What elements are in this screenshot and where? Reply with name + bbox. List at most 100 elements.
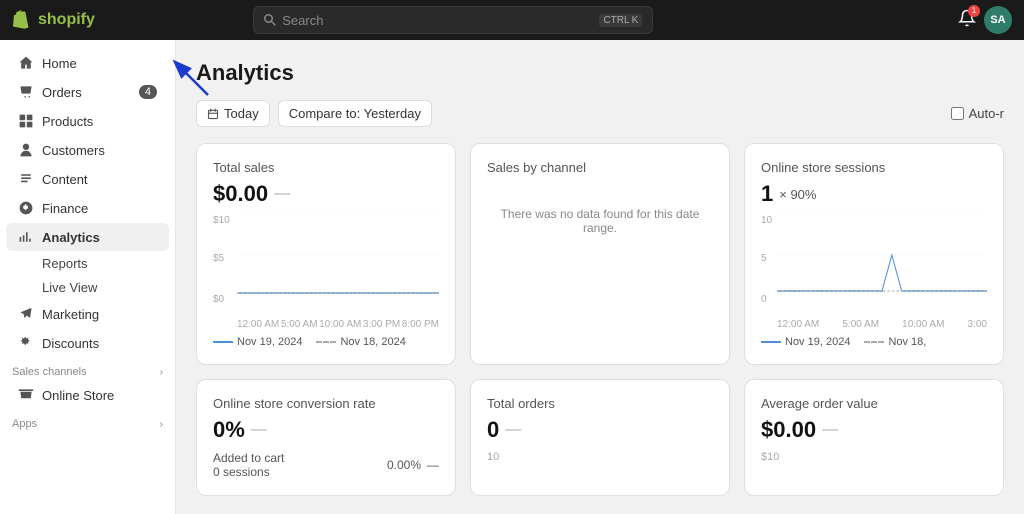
legend-line-dashed [316,341,336,343]
customers-icon [18,142,34,158]
sidebar-label-analytics: Analytics [42,230,100,245]
sidebar-item-products[interactable]: Products [6,107,169,135]
search-bar[interactable]: CTRL K [253,6,653,34]
card-sales-channel-title: Sales by channel [487,160,713,175]
card-conversion-title: Online store conversion rate [213,396,439,411]
sessions-x-labels: 12:00 AM 5:00 AM 10:00 AM 3:00 [777,319,987,330]
products-icon [18,113,34,129]
calendar-icon [207,108,219,120]
auto-refresh-label: Auto-r [969,106,1004,121]
analytics-icon [18,229,34,245]
total-sales-chart: $10 $5 $0 [213,215,439,315]
auto-refresh: Auto-r [951,106,1004,121]
sidebar-label-finance: Finance [42,201,88,216]
compare-label: Compare to: Yesterday [289,106,421,121]
discounts-icon [18,335,34,351]
sidebar-item-marketing[interactable]: Marketing [6,300,169,328]
avg-order-y-label: $10 [761,451,987,463]
no-data-message: There was no data found for this date ra… [487,181,713,261]
main-layout: Home Orders 4 Products Customers Content… [0,40,1024,514]
legend-line-solid [213,341,233,343]
finance-icon [18,200,34,216]
orders-y-label: 10 [487,451,713,463]
sidebar-item-finance[interactable]: Finance [6,194,169,222]
sessions-chart: 10 5 0 [761,215,987,315]
sidebar-label-online-store: Online Store [42,388,114,403]
cards-grid: Total sales $0.00 — $10 $5 $0 [196,143,1004,496]
orders-icon [18,84,34,100]
sidebar-sub-reports[interactable]: Reports [6,252,169,275]
card-sessions-title: Online store sessions [761,160,987,175]
card-conversion-value: 0% — [213,417,439,443]
sidebar-item-content[interactable]: Content [6,165,169,193]
sidebar-label-customers: Customers [42,143,105,158]
card-orders-value: 0 — [487,417,713,443]
conversion-details-right: 0.00% — [387,458,439,472]
marketing-icon [18,306,34,322]
sidebar-item-customers[interactable]: Customers [6,136,169,164]
content-area: Analytics Today Compare to: Yesterday Au… [176,40,1024,514]
filter-bar: Today Compare to: Yesterday Auto-r [196,100,1004,127]
sidebar-label-orders: Orders [42,85,82,100]
shopify-text: shopify [38,11,95,29]
card-conversion-details: Added to cart 0 sessions 0.00% — [213,451,439,479]
sidebar-item-orders[interactable]: Orders 4 [6,78,169,106]
sidebar-label-products: Products [42,114,93,129]
card-total-sales-value: $0.00 — [213,181,439,207]
content-icon [18,171,34,187]
sessions-legend-nov18: Nov 18, [864,336,926,348]
apps-chevron[interactable]: › [160,419,163,430]
today-button[interactable]: Today [196,100,270,127]
sidebar-label-home: Home [42,56,77,71]
search-input[interactable] [282,13,593,28]
topbar-right: 1 SA [958,6,1012,34]
apps-label: Apps [12,418,37,430]
compare-button[interactable]: Compare to: Yesterday [278,100,432,127]
sidebar-item-online-store[interactable]: Online Store [6,381,169,409]
notif-badge: 1 [968,5,980,17]
card-avg-order-title: Average order value [761,396,987,411]
card-sessions-value: 1 × 90% [761,181,987,207]
sidebar-label-content: Content [42,172,88,187]
sidebar-sub-label-reports: Reports [42,256,88,271]
legend-item-nov19: Nov 19, 2024 [213,336,302,348]
card-avg-order-value-display: $0.00 — [761,417,987,443]
sessions-legend-line-solid [761,341,781,343]
sessions-svg [777,215,987,295]
sidebar-item-discounts[interactable]: Discounts [6,329,169,357]
conversion-details-left: Added to cart 0 sessions [213,451,284,479]
today-label: Today [224,106,259,121]
card-total-sales: Total sales $0.00 — $10 $5 $0 [196,143,456,365]
avatar[interactable]: SA [984,6,1012,34]
sessions-legend-line-dashed [864,341,884,343]
total-sales-svg [237,215,439,295]
card-total-sales-title: Total sales [213,160,439,175]
card-online-sessions: Online store sessions 1 × 90% 10 5 0 [744,143,1004,365]
sales-channels-label: Sales channels [12,366,87,378]
notifications-button[interactable]: 1 [958,9,976,32]
card-conversion-rate: Online store conversion rate 0% — Added … [196,379,456,496]
orders-badge: 4 [139,85,157,99]
sessions-legend-nov19: Nov 19, 2024 [761,336,850,348]
legend-item-nov18: Nov 18, 2024 [316,336,405,348]
total-sales-legend: Nov 19, 2024 Nov 18, 2024 [213,336,439,348]
card-orders-title: Total orders [487,396,713,411]
sessions-legend: Nov 19, 2024 Nov 18, [761,336,987,348]
auto-refresh-checkbox[interactable] [951,107,964,120]
total-sales-x-labels: 12:00 AM 5:00 AM 10:00 AM 3:00 PM 8:00 P… [237,319,439,330]
page-title: Analytics [196,60,1004,86]
search-icon [264,14,276,26]
card-sales-by-channel: Sales by channel There was no data found… [470,143,730,365]
topbar: shopify CTRL K 1 SA [0,0,1024,40]
store-icon [18,387,34,403]
shopify-icon [12,10,32,30]
apps-section: Apps › [0,410,175,432]
sidebar-item-analytics[interactable]: Analytics [6,223,169,251]
sidebar-item-home[interactable]: Home [6,49,169,77]
home-icon [18,55,34,71]
sidebar-sub-live-view[interactable]: Live View [6,276,169,299]
shopify-logo: shopify [12,10,95,30]
sales-channels-chevron[interactable]: › [160,367,163,378]
card-avg-order-value: Average order value $0.00 — $10 [744,379,1004,496]
sales-channels-section: Sales channels › [0,358,175,380]
